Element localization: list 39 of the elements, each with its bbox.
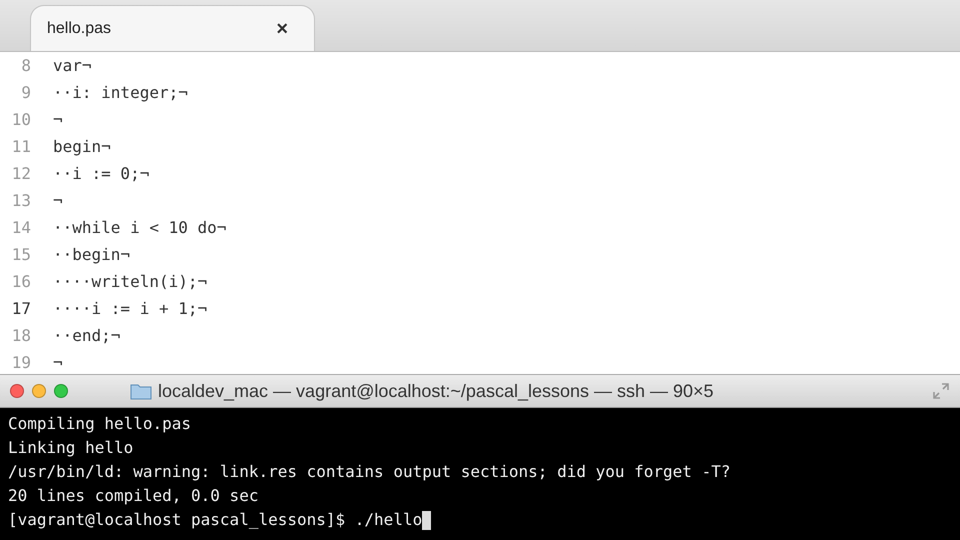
line-number: 15 — [10, 244, 32, 266]
line-number: 9 — [20, 82, 32, 104]
line-number: 14 — [10, 217, 32, 239]
code-line: begin¬ — [52, 136, 111, 158]
folder-icon — [130, 382, 152, 400]
terminal-output: Linking hello — [8, 437, 134, 459]
line-number: 13 — [10, 190, 32, 212]
line-number: 12 — [10, 163, 32, 185]
tab-label[interactable]: hello.pas — [47, 16, 112, 40]
zoom-button[interactable] — [54, 384, 68, 398]
text-cursor — [422, 510, 432, 530]
line-number: 8 — [20, 55, 32, 77]
code-line: ··i := 0;¬ — [52, 163, 150, 185]
code-line: ··i: integer;¬ — [52, 82, 188, 104]
line-number: 10 — [10, 109, 32, 131]
code-line: ¬ — [52, 190, 63, 212]
fullscreen-icon[interactable] — [932, 382, 950, 400]
line-number: 16 — [10, 271, 32, 293]
code-line: ¬ — [52, 352, 63, 374]
code-line: ··while i < 10 do¬ — [52, 217, 226, 239]
minimize-button[interactable] — [32, 384, 46, 398]
terminal-prompt: [vagrant@localhost pascal_lessons]$ ./hello — [8, 509, 422, 531]
code-line: ··end;¬ — [52, 325, 120, 347]
code-line: ··begin¬ — [52, 244, 130, 266]
line-number: 18 — [10, 325, 32, 347]
line-number: 17 — [10, 298, 32, 320]
terminal-output: 20 lines compiled, 0.0 sec — [8, 485, 260, 507]
code-line: var¬ — [52, 55, 92, 77]
line-number: 11 — [10, 136, 32, 158]
close-button[interactable] — [10, 384, 24, 398]
code-line: ¬ — [52, 109, 63, 131]
code-line: ····writeln(i);¬ — [52, 271, 208, 293]
close-button[interactable]: × — [276, 18, 288, 38]
terminal-output: Compiling hello.pas — [8, 413, 192, 435]
line-number: 19 — [10, 352, 32, 374]
window-title: localdev_mac — vagrant@localhost:~/pascal_lessons — ssh — 90×5 — [158, 380, 714, 403]
code-line: ····i := i + 1;¬ — [52, 298, 208, 320]
file-tab[interactable]: hello.pas × — [30, 5, 315, 51]
terminal-output: /usr/bin/ld: warning: link.res contains output sections; did you forget -T? — [8, 461, 732, 483]
